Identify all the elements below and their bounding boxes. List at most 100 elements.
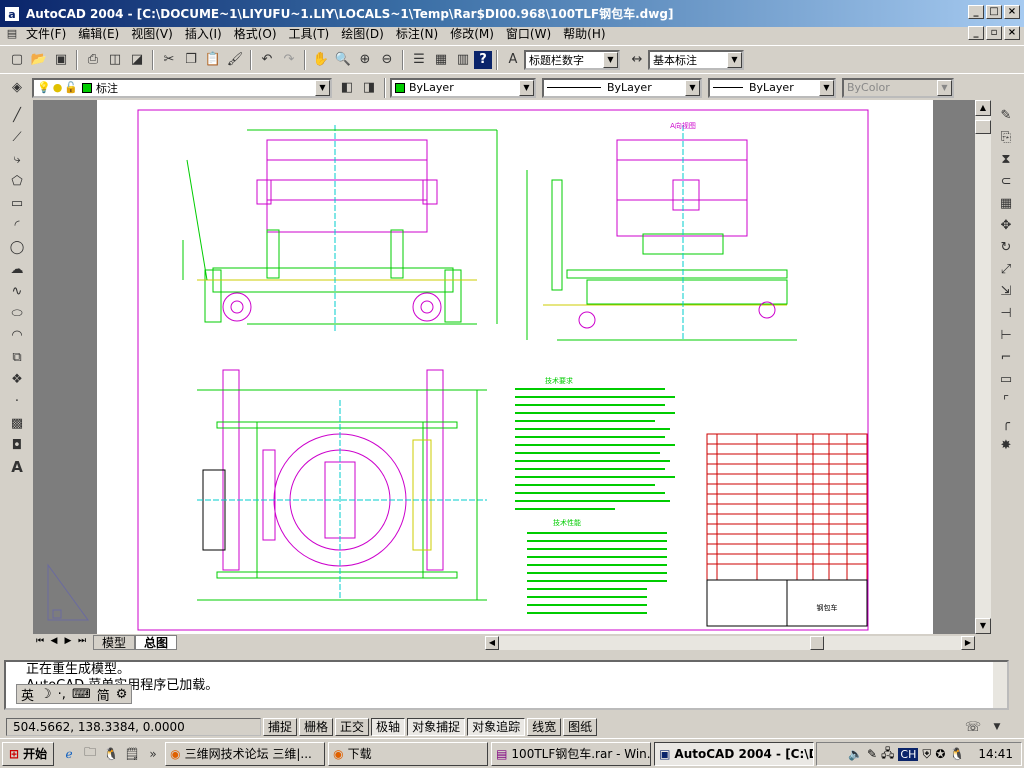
tab-model[interactable]: 模型 xyxy=(93,634,136,650)
dim-style-icon[interactable]: ↔ xyxy=(626,49,648,71)
move-icon[interactable]: ✥ xyxy=(995,214,1017,236)
taskbar-item-download[interactable]: ◉ 下载 xyxy=(328,741,489,766)
make-block-icon[interactable]: ❖ xyxy=(6,368,28,390)
dim-style-select[interactable]: 基本标注 ▼ xyxy=(648,49,744,70)
punctuation-icon[interactable]: ·, xyxy=(58,687,66,702)
lineweight-toggle[interactable]: 线宽 xyxy=(527,718,562,736)
document-icon[interactable]: ▤ xyxy=(4,26,20,42)
region-icon[interactable]: ◘ xyxy=(6,434,28,456)
chevron-down-icon[interactable]: ▼ xyxy=(603,51,618,68)
arc-icon[interactable]: ◜ xyxy=(6,214,28,236)
autocad-app-icon[interactable]: a xyxy=(4,5,20,22)
polygon-icon[interactable]: ⬠ xyxy=(6,170,28,192)
pan-icon[interactable]: ✋ xyxy=(310,49,332,71)
ie-icon[interactable]: ℯ xyxy=(60,745,78,763)
mirror-icon[interactable]: ⧗ xyxy=(995,148,1017,170)
polyline-icon[interactable]: ⤷ xyxy=(6,148,28,170)
explode-icon[interactable]: ✸ xyxy=(995,434,1017,456)
prev-tab-arrow[interactable]: ◀ xyxy=(47,635,61,649)
otrack-toggle[interactable]: 对象追踪 xyxy=(467,718,526,736)
color-select[interactable]: ByLayer ▼ xyxy=(390,77,536,98)
tool-palettes-icon[interactable]: ▥ xyxy=(452,49,474,71)
copy-icon[interactable]: ❐ xyxy=(180,49,202,71)
break-icon[interactable]: ▭ xyxy=(995,368,1017,390)
doc-minimize-button[interactable]: _ xyxy=(968,26,984,40)
osnap-toggle[interactable]: 对象捕捉 xyxy=(407,718,466,736)
more-launch-icon[interactable]: » xyxy=(144,745,162,763)
shield-icon[interactable]: ⛨ xyxy=(922,747,931,762)
command-line[interactable]: 正在重生成模型。 AutoCAD 菜单实用程序已加载。 xyxy=(4,660,1009,710)
break-at-point-icon[interactable]: ⌐ xyxy=(995,346,1017,368)
zoom-realtime-icon[interactable]: 🔍 xyxy=(332,49,354,71)
point-icon[interactable]: · xyxy=(6,390,28,412)
menu-edit[interactable]: 编辑(E) xyxy=(72,25,125,42)
erase-icon[interactable]: ✎ xyxy=(995,104,1017,126)
scroll-thumb[interactable] xyxy=(975,120,991,134)
menu-window[interactable]: 窗口(W) xyxy=(500,25,557,42)
chevron-down-icon[interactable]: ▼ xyxy=(685,79,700,96)
print-icon[interactable]: ⎙ xyxy=(82,49,104,71)
layer-previous-icon[interactable]: ◨ xyxy=(358,77,380,99)
communication-center-icon[interactable]: ☏ xyxy=(962,716,984,738)
chevron-down-icon[interactable]: ▼ xyxy=(315,79,330,96)
menu-draw[interactable]: 绘图(D) xyxy=(335,25,390,42)
ortho-toggle[interactable]: 正交 xyxy=(335,718,370,736)
qq-icon[interactable]: 🐧 xyxy=(102,745,120,763)
last-tab-arrow[interactable]: ⏭ xyxy=(75,635,89,649)
chevron-down-icon[interactable]: ▼ xyxy=(519,79,534,96)
line-icon[interactable]: ╱ xyxy=(6,104,28,126)
menu-help[interactable]: 帮助(H) xyxy=(557,25,611,42)
doc-restore-button[interactable]: ▫ xyxy=(986,26,1002,40)
linetype-select[interactable]: ByLayer ▼ xyxy=(542,77,702,98)
chamfer-icon[interactable]: ⌜ xyxy=(995,390,1017,412)
scroll-right-arrow[interactable]: ▶ xyxy=(961,636,975,650)
paper-model-toggle[interactable]: 图纸 xyxy=(563,718,598,736)
print-preview-icon[interactable]: ◫ xyxy=(104,49,126,71)
redo-icon[interactable]: ↷ xyxy=(278,49,300,71)
network-icon[interactable]: 🖧 xyxy=(881,744,894,765)
text-style-select[interactable]: 标题栏数字 ▼ xyxy=(524,49,620,70)
tab-layout[interactable]: 总图 xyxy=(135,634,178,650)
vertical-scrollbar[interactable]: ▲ ▼ xyxy=(975,100,991,634)
text-style-icon[interactable]: A xyxy=(502,49,524,71)
next-tab-arrow[interactable]: ▶ xyxy=(61,635,75,649)
maximize-button[interactable]: □ xyxy=(986,5,1002,19)
revision-cloud-icon[interactable]: ☁ xyxy=(6,258,28,280)
scroll-up-arrow[interactable]: ▲ xyxy=(975,100,991,116)
ellipse-arc-icon[interactable]: ◠ xyxy=(6,324,28,346)
make-layer-current-icon[interactable]: ◧ xyxy=(336,77,358,99)
new-file-icon[interactable]: ▢ xyxy=(6,49,28,71)
drawing-canvas[interactable]: A向视图 技术要求 技术性能 钢包车 xyxy=(33,100,988,634)
ime-mode[interactable]: 简 xyxy=(97,685,110,704)
layer-select[interactable]: 💡 ● 🔓 标注 ▼ xyxy=(32,77,332,98)
command-scrollbar[interactable] xyxy=(993,662,1007,708)
design-center-icon[interactable]: ▦ xyxy=(430,49,452,71)
spline-icon[interactable]: ∿ xyxy=(6,280,28,302)
paste-icon[interactable]: 📋 xyxy=(202,49,224,71)
menu-format[interactable]: 格式(O) xyxy=(228,25,283,42)
save-icon[interactable]: ▣ xyxy=(50,49,72,71)
zoom-previous-icon[interactable]: ⊖ xyxy=(376,49,398,71)
snap-toggle[interactable]: 捕捉 xyxy=(263,718,298,736)
menu-view[interactable]: 视图(V) xyxy=(125,25,179,42)
open-file-icon[interactable]: 📂 xyxy=(28,49,50,71)
speaker-icon[interactable]: 🔈 xyxy=(848,747,863,761)
menu-file[interactable]: 文件(F) xyxy=(20,25,72,42)
rotate-icon[interactable]: ↻ xyxy=(995,236,1017,258)
pencil-icon[interactable]: ✎ xyxy=(867,747,877,761)
settings-icon[interactable]: ⚙ xyxy=(116,687,128,702)
properties-icon[interactable]: ☰ xyxy=(408,49,430,71)
ellipse-icon[interactable]: ⬭ xyxy=(6,302,28,324)
grid-toggle[interactable]: 栅格 xyxy=(299,718,334,736)
polar-toggle[interactable]: 极轴 xyxy=(371,718,406,736)
qq-tray-icon[interactable]: 🐧 xyxy=(949,747,964,761)
explorer-icon[interactable]: 🗀 xyxy=(81,745,99,763)
chevron-down-icon[interactable]: ▼ xyxy=(819,79,834,96)
menu-insert[interactable]: 插入(I) xyxy=(179,25,228,42)
coordinates-display[interactable]: 504.5662, 138.3384, 0.0000 xyxy=(6,718,261,736)
fillet-icon[interactable]: ╭ xyxy=(995,412,1017,434)
menu-tools[interactable]: 工具(T) xyxy=(283,25,336,42)
cut-icon[interactable]: ✂ xyxy=(158,49,180,71)
clock[interactable]: 14:41 xyxy=(978,747,1013,761)
trim-icon[interactable]: ⊣ xyxy=(995,302,1017,324)
